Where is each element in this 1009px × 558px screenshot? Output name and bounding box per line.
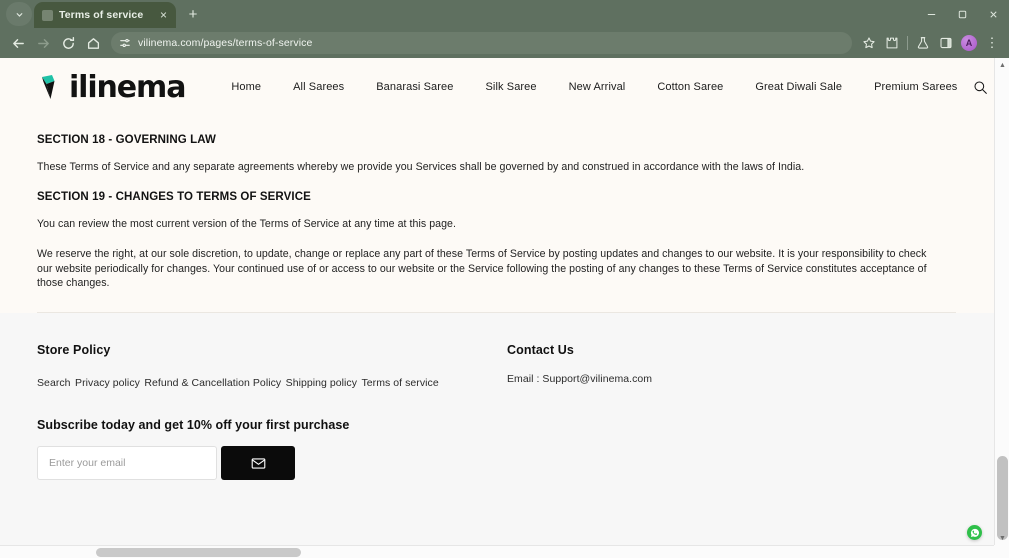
window-controls: [916, 0, 1009, 28]
tab-strip: Terms of service × +: [0, 0, 1009, 28]
tab-title: Terms of service: [59, 9, 144, 21]
scroll-up-button[interactable]: ▲: [995, 58, 1009, 72]
window-minimize-button[interactable]: [916, 0, 947, 28]
home-button[interactable]: [81, 31, 105, 55]
bookmark-star-icon: [863, 37, 875, 49]
footer-columns: Store Policy Search Privacy policy Refun…: [37, 343, 956, 391]
section-19-paragraph-2: We reserve the right, at our sole discre…: [37, 248, 927, 290]
new-tab-button[interactable]: +: [180, 1, 206, 27]
newsletter-email-input[interactable]: [37, 446, 217, 481]
section-19-paragraph-1: You can review the most current version …: [37, 217, 456, 230]
reload-button[interactable]: [56, 31, 80, 55]
search-icon: [974, 80, 988, 94]
scroll-down-button[interactable]: ▼: [995, 531, 1009, 545]
side-panel-button[interactable]: [935, 32, 957, 54]
site-settings-tune-icon[interactable]: [119, 37, 131, 49]
forward-button[interactable]: [31, 31, 55, 55]
section-19-heading: SECTION 19 - CHANGES TO TERMS OF SERVICE: [37, 190, 311, 203]
section-18-heading: SECTION 18 - GOVERNING LAW: [37, 134, 216, 146]
newsletter-submit-button[interactable]: [221, 446, 295, 481]
site-footer: Store Policy Search Privacy policy Refun…: [0, 313, 994, 545]
labs-button[interactable]: [912, 32, 934, 54]
address-bar[interactable]: vilinema.com/pages/terms-of-service: [111, 32, 852, 54]
newsletter-heading: Subscribe today and get 10% off your fir…: [37, 418, 350, 433]
footer-link-privacy[interactable]: Privacy policy: [75, 377, 140, 389]
browser-window: Terms of service × + vilinema.com/pages/…: [0, 0, 1009, 558]
maximize-icon: [958, 10, 967, 18]
footer-link-shipping[interactable]: Shipping policy: [286, 377, 357, 389]
nav-link-new-arrival[interactable]: New Arrival: [553, 81, 642, 93]
header-actions: [973, 80, 994, 95]
browser-toolbar: vilinema.com/pages/terms-of-service A ⋮: [0, 28, 1009, 58]
site-logo-text: ilinema: [69, 69, 186, 105]
site-logo[interactable]: ilinema: [38, 69, 186, 105]
nav-link-cotton-saree[interactable]: Cotton Saree: [641, 81, 739, 93]
window-close-button[interactable]: [978, 0, 1009, 28]
search-button[interactable]: [973, 80, 988, 95]
footer-link-search[interactable]: Search: [37, 377, 71, 389]
footer-column-store-policy: Store Policy Search Privacy policy Refun…: [37, 343, 507, 391]
footer-link-refund[interactable]: Refund & Cancellation Policy: [144, 377, 281, 389]
whatsapp-icon: [970, 528, 979, 537]
footer-column-contact: Contact Us Email : Support@vilinema.com: [507, 343, 956, 391]
nav-link-all-sarees[interactable]: All Sarees: [277, 81, 360, 93]
labs-flask-icon: [917, 37, 929, 49]
arrow-left-icon: [12, 38, 24, 48]
minimize-icon: [927, 13, 936, 15]
brush-v-icon: [42, 74, 55, 99]
chevron-down-icon: [15, 12, 23, 17]
arrow-right-icon: [37, 38, 49, 48]
main-navigation: Home All Sarees Banarasi Saree Silk Sare…: [215, 81, 973, 93]
tab-close-button[interactable]: ×: [157, 9, 170, 21]
legal-article: SECTION 18 - GOVERNING LAW These Terms o…: [0, 116, 994, 314]
window-maximize-button[interactable]: [947, 0, 978, 28]
close-icon: [990, 10, 997, 18]
avatar: A: [961, 35, 977, 51]
newsletter-form: [37, 446, 956, 481]
extensions-puzzle-icon: [886, 37, 898, 49]
nav-link-great-diwali-sale[interactable]: Great Diwali Sale: [739, 81, 858, 93]
extensions-button[interactable]: [881, 32, 903, 54]
tab-favicon-icon: [42, 9, 53, 21]
section-18-paragraph: These Terms of Service and any separate …: [37, 161, 805, 173]
whatsapp-chat-widget[interactable]: [967, 525, 982, 540]
profile-button[interactable]: A: [958, 32, 980, 54]
nav-link-silk-saree[interactable]: Silk Saree: [469, 81, 552, 93]
site-header: ilinema Home All Sarees Banarasi Saree S…: [0, 58, 994, 116]
footer-link-terms[interactable]: Terms of service: [361, 377, 438, 389]
address-bar-url: vilinema.com/pages/terms-of-service: [138, 37, 313, 49]
nav-link-home[interactable]: Home: [215, 81, 277, 93]
newsletter-signup: Subscribe today and get 10% off your fir…: [37, 418, 956, 481]
contact-email: Email : Support@vilinema.com: [507, 373, 653, 386]
store-policy-heading: Store Policy: [37, 343, 111, 358]
web-page: ilinema Home All Sarees Banarasi Saree S…: [0, 58, 994, 545]
browser-tab-terms-of-service[interactable]: Terms of service ×: [34, 2, 176, 28]
side-panel-icon: [940, 37, 952, 49]
bookmark-star-button[interactable]: [858, 32, 880, 54]
browser-menu-button[interactable]: ⋮: [981, 32, 1003, 54]
toolbar-divider: [907, 36, 908, 50]
nav-link-banarasi-saree[interactable]: Banarasi Saree: [360, 81, 469, 93]
vertical-scrollbar[interactable]: ▲ ▼: [994, 58, 1009, 545]
reload-icon: [62, 36, 74, 49]
contact-us-heading: Contact Us: [507, 343, 574, 358]
nav-link-premium-sarees[interactable]: Premium Sarees: [858, 81, 973, 93]
tab-search-button[interactable]: [6, 2, 32, 26]
scrollbar-corner: [994, 545, 1009, 558]
horizontal-scrollbar[interactable]: [0, 545, 1009, 558]
envelope-icon: [251, 457, 265, 469]
page-viewport: ilinema Home All Sarees Banarasi Saree S…: [0, 58, 1009, 558]
home-icon: [87, 37, 99, 49]
horizontal-scrollbar-thumb[interactable]: [96, 548, 301, 557]
back-button[interactable]: [6, 31, 30, 55]
vertical-scrollbar-thumb[interactable]: [997, 456, 1008, 540]
